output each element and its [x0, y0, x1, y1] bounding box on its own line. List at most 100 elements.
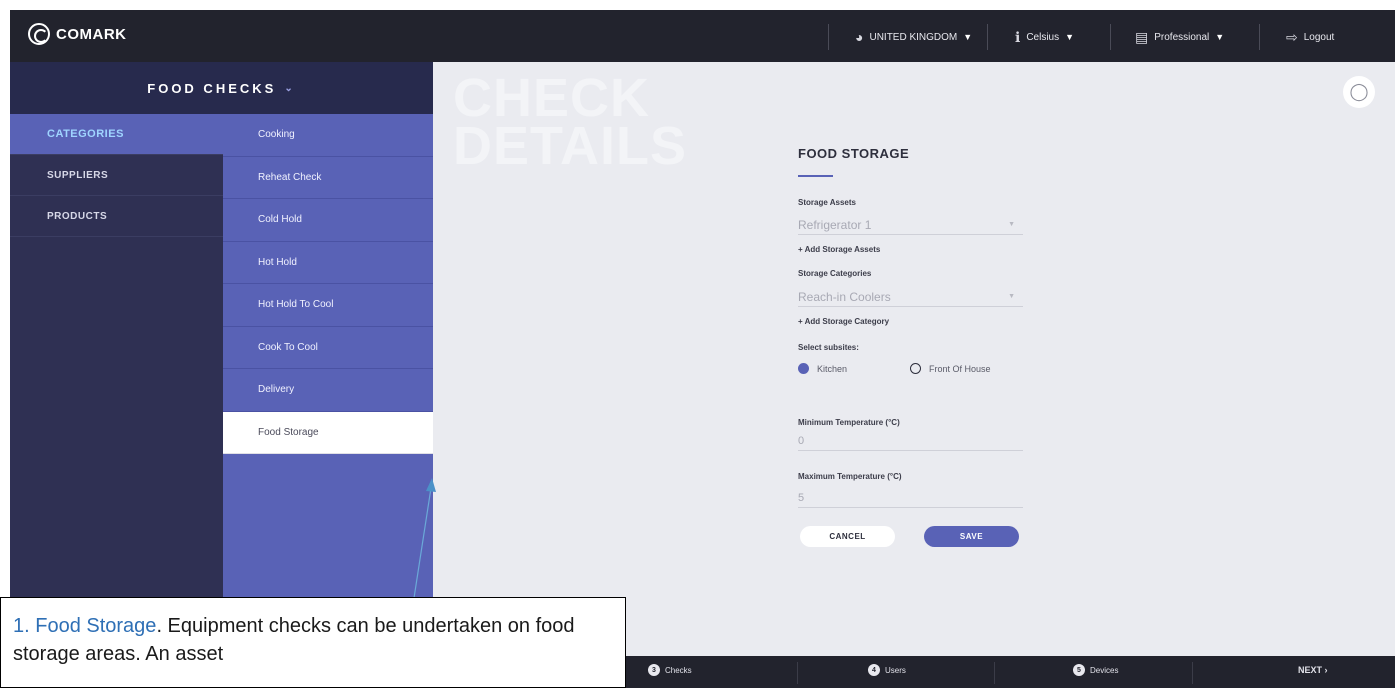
nav-header-label: FOOD CHECKS: [147, 80, 277, 96]
max-temp-value: 5: [798, 491, 805, 504]
check-item-cook-to-cool[interactable]: Cook To Cool: [223, 327, 433, 369]
unit-label: Celsius: [1026, 31, 1060, 43]
check-label: Delivery: [258, 384, 295, 396]
title-underline: [798, 175, 833, 177]
subsite-label: Kitchen: [817, 363, 848, 374]
step-label: Checks: [665, 665, 692, 675]
min-temp-value: 0: [798, 434, 805, 447]
check-label: Hot Hold: [258, 256, 297, 268]
form-title: FOOD STORAGE: [798, 146, 910, 161]
max-temp-label: Maximum Temperature (°C): [798, 472, 902, 481]
add-storage-category-link[interactable]: + Add Storage Category: [798, 317, 889, 326]
subsite-label: Front Of House: [929, 363, 991, 374]
storage-assets-label: Storage Assets: [798, 198, 856, 207]
check-item-cold-hold[interactable]: Cold Hold: [223, 199, 433, 242]
divider: [828, 24, 829, 50]
check-label: Hot Hold To Cool: [258, 299, 334, 311]
region-label: UNITED KINGDOM: [869, 31, 958, 43]
logo-text: COMARK: [56, 25, 127, 43]
category-column: CATEGORIES SUPPLIERS PRODUCTS: [10, 114, 223, 656]
check-label: Reheat Check: [258, 171, 322, 183]
callout-highlight: 1. Food Storage: [13, 615, 157, 637]
subsite-option-front-of-house[interactable]: Front Of House: [910, 363, 991, 374]
unit-selector[interactable]: ℹ Celsius ▼: [1015, 28, 1074, 46]
food-checks-dropdown[interactable]: FOOD CHECKS ⌄: [10, 62, 433, 114]
save-button[interactable]: SAVE: [924, 526, 1019, 547]
radio-selected-icon: [798, 363, 809, 374]
caret-down-icon: ▼: [1008, 221, 1015, 228]
check-item-delivery[interactable]: Delivery: [223, 369, 433, 412]
comark-logo[interactable]: COMARK: [28, 23, 127, 45]
check-label: Cook To Cool: [258, 341, 318, 353]
logout-button[interactable]: ⇨ Logout: [1286, 28, 1334, 46]
step-number: 3: [648, 664, 660, 676]
caret-down-icon: ▼: [1008, 293, 1015, 300]
check-item-hot-hold[interactable]: Hot Hold: [223, 242, 433, 284]
category-label: PRODUCTS: [47, 210, 108, 222]
subsites-label: Select subsites:: [798, 343, 859, 352]
storage-assets-select[interactable]: Refrigerator 1 ▼: [798, 215, 1023, 235]
top-bar: COMARK ◕ UNITED KINGDOM ▼ ℹ Celsius ▼ ▤ …: [10, 10, 1395, 62]
check-item-cooking[interactable]: Cooking: [223, 114, 433, 157]
store-icon: ▤: [1135, 29, 1149, 45]
divider: [1259, 24, 1260, 50]
min-temp-label: Minimum Temperature (°C): [798, 418, 900, 427]
check-label: Food Storage: [258, 426, 319, 438]
category-item-suppliers[interactable]: SUPPLIERS: [10, 155, 223, 196]
subsite-option-kitchen[interactable]: Kitchen: [798, 363, 910, 374]
cancel-button[interactable]: CANCEL: [800, 526, 895, 547]
chevron-down-icon: ▼: [1065, 32, 1075, 42]
storage-assets-value: Refrigerator 1: [798, 217, 872, 232]
logout-icon: ⇨: [1286, 29, 1298, 45]
add-storage-assets-link[interactable]: + Add Storage Assets: [798, 245, 880, 254]
chevron-right-icon: ›: [1324, 665, 1328, 675]
chevron-down-icon: ▼: [963, 32, 973, 42]
plan-selector[interactable]: ▤ Professional ▼: [1135, 28, 1224, 46]
storage-categories-value: Reach-in Coolers: [798, 289, 891, 304]
plan-label: Professional: [1154, 31, 1210, 43]
step-checks[interactable]: 3 Checks: [648, 664, 692, 676]
region-selector[interactable]: ◕ UNITED KINGDOM ▼: [855, 28, 972, 46]
divider: [1110, 24, 1111, 50]
check-label: Cold Hold: [258, 214, 302, 226]
step-label: Devices: [1090, 665, 1119, 675]
thermometer-icon: ℹ: [1015, 29, 1021, 45]
lightbulb-icon[interactable]: ◯: [1343, 76, 1375, 108]
app-window: COMARK ◕ UNITED KINGDOM ▼ ℹ Celsius ▼ ▤ …: [0, 0, 1395, 688]
category-item-products[interactable]: PRODUCTS: [10, 196, 223, 237]
storage-categories-select[interactable]: Reach-in Coolers ▼: [798, 287, 1023, 307]
food-storage-form: FOOD STORAGE Storage Assets Refrigerator…: [798, 146, 1023, 547]
watermark-line: CHECK: [453, 68, 651, 128]
globe-icon: ◕: [855, 29, 864, 45]
step-number: 4: [868, 664, 880, 676]
page-watermark: CHECK DETAILS: [453, 68, 687, 176]
category-label: CATEGORIES: [47, 128, 124, 140]
step-label: Users: [885, 665, 906, 675]
next-button[interactable]: NEXT ›: [1298, 665, 1328, 675]
check-label: Cooking: [258, 129, 295, 141]
comark-logo-icon: [28, 23, 50, 45]
subsites-radio-group: Kitchen Front Of House: [798, 363, 1023, 374]
divider: [994, 662, 995, 684]
left-navigation: FOOD CHECKS ⌄ CATEGORIES SUPPLIERS PRODU…: [10, 62, 433, 656]
storage-categories-label: Storage Categories: [798, 269, 872, 278]
next-label: NEXT: [1298, 665, 1323, 675]
divider: [1192, 662, 1193, 684]
check-item-food-storage[interactable]: Food Storage: [223, 411, 433, 454]
check-type-column: Cooking Reheat Check Cold Hold Hot Hold …: [223, 114, 433, 656]
check-item-hot-hold-to-cool[interactable]: Hot Hold To Cool: [223, 284, 433, 327]
radio-unselected-icon: [910, 363, 921, 374]
step-users[interactable]: 4 Users: [868, 664, 906, 676]
chevron-down-icon: ⌄: [284, 82, 296, 94]
divider: [797, 662, 798, 684]
category-item-categories[interactable]: CATEGORIES: [10, 114, 223, 155]
logout-label: Logout: [1303, 31, 1335, 43]
divider: [987, 24, 988, 50]
step-devices[interactable]: 5 Devices: [1073, 664, 1118, 676]
check-item-reheat-check[interactable]: Reheat Check: [223, 157, 433, 199]
max-temp-input[interactable]: 5: [798, 488, 1023, 508]
min-temp-input[interactable]: 0: [798, 431, 1023, 451]
check-details-panel: CHECK DETAILS ◯ FOOD STORAGE Storage Ass…: [433, 62, 1395, 656]
watermark-line: DETAILS: [453, 116, 687, 176]
chevron-down-icon: ▼: [1215, 32, 1225, 42]
